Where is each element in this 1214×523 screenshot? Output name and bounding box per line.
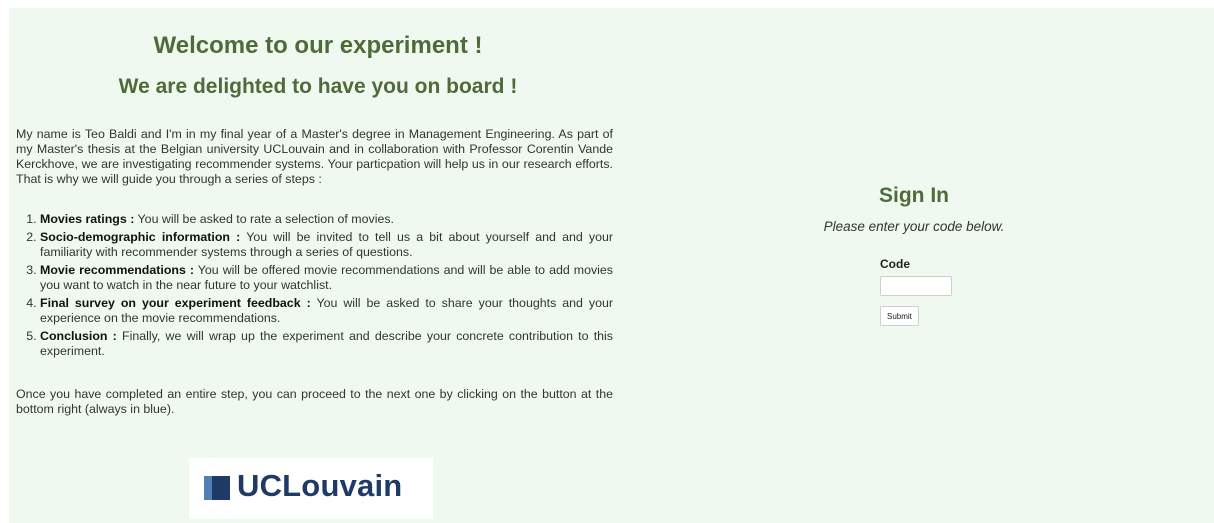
step-title: Movie recommendations : <box>40 263 194 277</box>
signin-title: Sign In <box>879 184 949 207</box>
uclouvain-logo-mark-icon <box>204 476 230 500</box>
page-background: Welcome to our experiment ! We are delig… <box>9 8 1214 523</box>
intro-paragraph: My name is Teo Baldi and I'm in my final… <box>16 127 613 186</box>
list-item: Movie recommendations : You will be offe… <box>40 263 613 293</box>
welcome-title: Welcome to our experiment ! <box>153 32 483 59</box>
list-item: Conclusion : Finally, we will wrap up th… <box>40 329 613 359</box>
signin-description: Please enter your code below. <box>823 219 1005 234</box>
list-item: Movies ratings : You will be asked to ra… <box>40 212 613 227</box>
signin-form: Code Submit <box>880 257 1000 326</box>
list-item: Socio-demographic information : You will… <box>40 230 613 260</box>
list-item: Final survey on your experiment feedback… <box>40 296 613 326</box>
step-text: You will be asked to rate a selection of… <box>137 212 394 226</box>
code-input[interactable] <box>880 276 952 296</box>
code-label: Code <box>880 257 910 271</box>
welcome-subtitle: We are delighted to have you on board ! <box>118 75 518 98</box>
steps-list: Movies ratings : You will be asked to ra… <box>16 212 613 362</box>
step-title: Socio-demographic information : <box>40 230 241 244</box>
step-title: Conclusion : <box>40 329 117 343</box>
submit-button[interactable]: Submit <box>880 306 919 326</box>
step-text: Finally, we will wrap up the experiment … <box>40 329 614 358</box>
signin-panel: Sign In Please enter your code below. <box>799 184 1029 234</box>
outro-paragraph: Once you have completed an entire step, … <box>16 387 613 416</box>
uclouvain-logo: UCLouvain <box>189 458 433 519</box>
step-title: Movies ratings : <box>40 212 135 226</box>
logo-text: UCLouvain <box>237 468 403 503</box>
step-title: Final survey on your experiment feedback… <box>40 296 311 310</box>
